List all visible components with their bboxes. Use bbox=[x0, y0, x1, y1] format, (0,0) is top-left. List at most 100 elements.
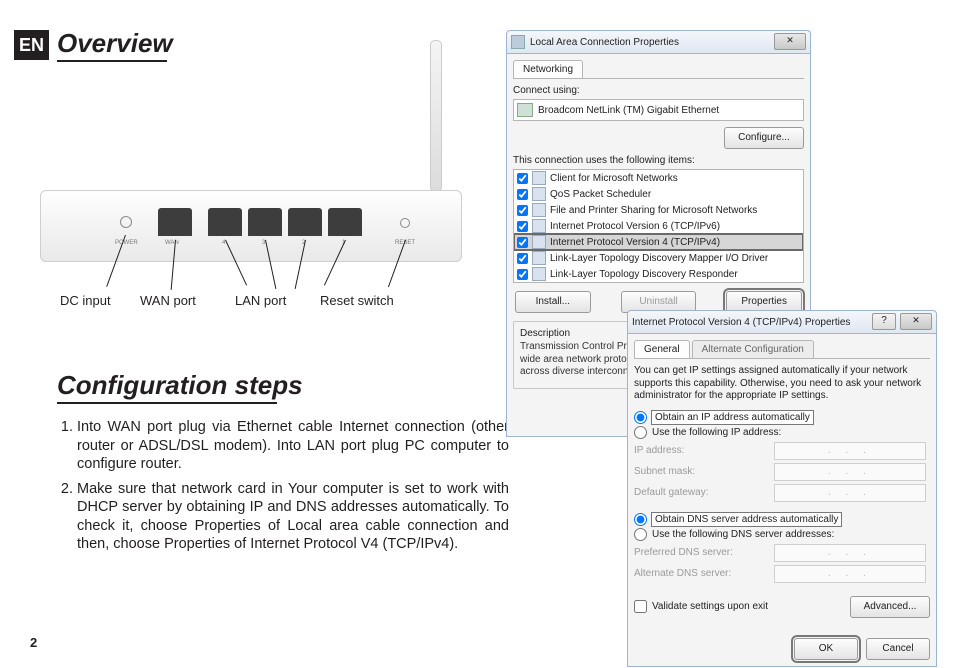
list-item[interactable]: Internet Protocol Version 6 (TCP/IPv6) bbox=[514, 218, 803, 234]
close-icon[interactable]: ✕ bbox=[774, 33, 806, 50]
radio-label: Obtain an IP address automatically bbox=[652, 411, 813, 424]
item-label: Internet Protocol Version 6 (TCP/IPv6) bbox=[550, 221, 720, 232]
validate-label: Validate settings upon exit bbox=[652, 601, 768, 612]
lacp-tabs: Networking bbox=[513, 60, 804, 79]
label-wan: WAN bbox=[165, 240, 179, 246]
list-item-selected[interactable]: Internet Protocol Version 4 (TCP/IPv4) bbox=[514, 234, 803, 250]
field-default-gateway: Default gateway:. . . bbox=[634, 484, 930, 502]
tab-general[interactable]: General bbox=[634, 340, 690, 358]
configuration-steps-list: Into WAN port plug via Ethernet cable In… bbox=[57, 418, 509, 560]
radio-obtain-ip-auto[interactable]: Obtain an IP address automatically bbox=[634, 411, 930, 424]
protocol-icon bbox=[532, 267, 546, 281]
language-tab: EN bbox=[14, 30, 49, 60]
item-checkbox[interactable] bbox=[517, 237, 528, 248]
field-preferred-dns: Preferred DNS server:. . . bbox=[634, 544, 930, 562]
item-checkbox[interactable] bbox=[517, 173, 528, 184]
radio-obtain-dns-auto[interactable]: Obtain DNS server address automatically bbox=[634, 513, 930, 526]
ipv4-dialog: Internet Protocol Version 4 (TCP/IPv4) P… bbox=[627, 310, 937, 667]
callout-dc-input: DC input bbox=[60, 293, 111, 308]
protocol-icon bbox=[532, 235, 546, 249]
item-checkbox[interactable] bbox=[517, 221, 528, 232]
radio-input[interactable] bbox=[634, 528, 647, 541]
connection-items-list[interactable]: Client for Microsoft Networks QoS Packet… bbox=[513, 169, 804, 283]
ipv4-blurb: You can get IP settings assigned automat… bbox=[634, 365, 930, 403]
port-lan-3 bbox=[248, 208, 282, 236]
ip-input: . . . bbox=[774, 544, 926, 562]
service-icon bbox=[532, 203, 546, 217]
step-1: Into WAN port plug via Ethernet cable In… bbox=[77, 418, 509, 474]
heading-overview: Overview bbox=[57, 28, 173, 59]
radio-input[interactable] bbox=[634, 411, 647, 424]
list-item[interactable]: Link-Layer Topology Discovery Responder bbox=[514, 266, 803, 282]
item-checkbox[interactable] bbox=[517, 189, 528, 200]
service-icon bbox=[532, 171, 546, 185]
reset-hole bbox=[400, 218, 410, 228]
radio-use-ip[interactable]: Use the following IP address: bbox=[634, 426, 930, 439]
ip-input: . . . bbox=[774, 565, 926, 583]
help-icon[interactable]: ? bbox=[872, 313, 896, 330]
service-icon bbox=[532, 187, 546, 201]
ipv4-titlebar[interactable]: Internet Protocol Version 4 (TCP/IPv4) P… bbox=[627, 310, 937, 333]
radio-label: Obtain DNS server address automatically bbox=[652, 513, 841, 526]
list-item[interactable]: Client for Microsoft Networks bbox=[514, 170, 803, 186]
field-label: IP address: bbox=[634, 445, 774, 456]
field-label: Preferred DNS server: bbox=[634, 547, 774, 558]
items-label: This connection uses the following items… bbox=[513, 155, 804, 166]
item-checkbox[interactable] bbox=[517, 205, 528, 216]
ip-input: . . . bbox=[774, 442, 926, 460]
advanced-button[interactable]: Advanced... bbox=[850, 596, 930, 618]
radio-input[interactable] bbox=[634, 426, 647, 439]
item-checkbox[interactable] bbox=[517, 253, 528, 264]
item-label: Internet Protocol Version 4 (TCP/IPv4) bbox=[550, 237, 720, 248]
ip-input: . . . bbox=[774, 484, 926, 502]
heading-config: Configuration steps bbox=[57, 370, 303, 401]
protocol-icon bbox=[532, 219, 546, 233]
callout-lan-port: LAN port bbox=[235, 293, 286, 308]
item-label: Link-Layer Topology Discovery Responder bbox=[550, 269, 738, 280]
validate-checkbox[interactable] bbox=[634, 600, 647, 613]
cancel-button[interactable]: Cancel bbox=[866, 638, 930, 660]
protocol-icon bbox=[532, 251, 546, 265]
item-label: Client for Microsoft Networks bbox=[550, 173, 678, 184]
radio-label: Use the following DNS server addresses: bbox=[652, 529, 834, 540]
callout-wan-port: WAN port bbox=[140, 293, 196, 308]
lacp-titlebar[interactable]: Local Area Connection Properties ✕ bbox=[506, 30, 811, 53]
adapter-icon bbox=[517, 103, 533, 117]
configure-button[interactable]: Configure... bbox=[724, 127, 804, 149]
item-label: Link-Layer Topology Discovery Mapper I/O… bbox=[550, 253, 768, 264]
ipv4-title: Internet Protocol Version 4 (TCP/IPv4) P… bbox=[632, 317, 850, 328]
radio-label: Use the following IP address: bbox=[652, 427, 781, 438]
label-power: POWER bbox=[115, 240, 138, 246]
field-ip-address: IP address:. . . bbox=[634, 442, 930, 460]
tab-networking[interactable]: Networking bbox=[513, 60, 583, 78]
list-item[interactable]: File and Printer Sharing for Microsoft N… bbox=[514, 202, 803, 218]
field-subnet-mask: Subnet mask:. . . bbox=[634, 463, 930, 481]
network-icon bbox=[511, 35, 525, 49]
list-item[interactable]: Link-Layer Topology Discovery Mapper I/O… bbox=[514, 250, 803, 266]
list-item[interactable]: QoS Packet Scheduler bbox=[514, 186, 803, 202]
router-antenna bbox=[430, 40, 442, 192]
item-label: QoS Packet Scheduler bbox=[550, 189, 651, 200]
ip-input: . . . bbox=[774, 463, 926, 481]
callout-reset-switch: Reset switch bbox=[320, 293, 394, 308]
port-wan bbox=[158, 208, 192, 236]
step-2: Make sure that network card in Your comp… bbox=[77, 480, 509, 554]
radio-input[interactable] bbox=[634, 513, 647, 526]
heading-config-underline bbox=[57, 402, 277, 404]
ok-button[interactable]: OK bbox=[794, 638, 858, 660]
ipv4-tabs: General Alternate Configuration bbox=[634, 340, 930, 359]
tab-alternate[interactable]: Alternate Configuration bbox=[692, 340, 814, 358]
field-label: Alternate DNS server: bbox=[634, 568, 774, 579]
item-label: File and Printer Sharing for Microsoft N… bbox=[550, 205, 757, 216]
install-button[interactable]: Install... bbox=[515, 291, 591, 313]
validate-checkbox-row[interactable]: Validate settings upon exit bbox=[634, 600, 768, 613]
connect-using-label: Connect using: bbox=[513, 85, 804, 96]
radio-use-dns[interactable]: Use the following DNS server addresses: bbox=[634, 528, 930, 541]
page-number: 2 bbox=[30, 635, 37, 650]
close-icon[interactable]: ✕ bbox=[900, 313, 932, 330]
power-jack bbox=[120, 216, 132, 228]
port-lan-4 bbox=[208, 208, 242, 236]
port-lan-2 bbox=[288, 208, 322, 236]
field-alternate-dns: Alternate DNS server:. . . bbox=[634, 565, 930, 583]
item-checkbox[interactable] bbox=[517, 269, 528, 280]
